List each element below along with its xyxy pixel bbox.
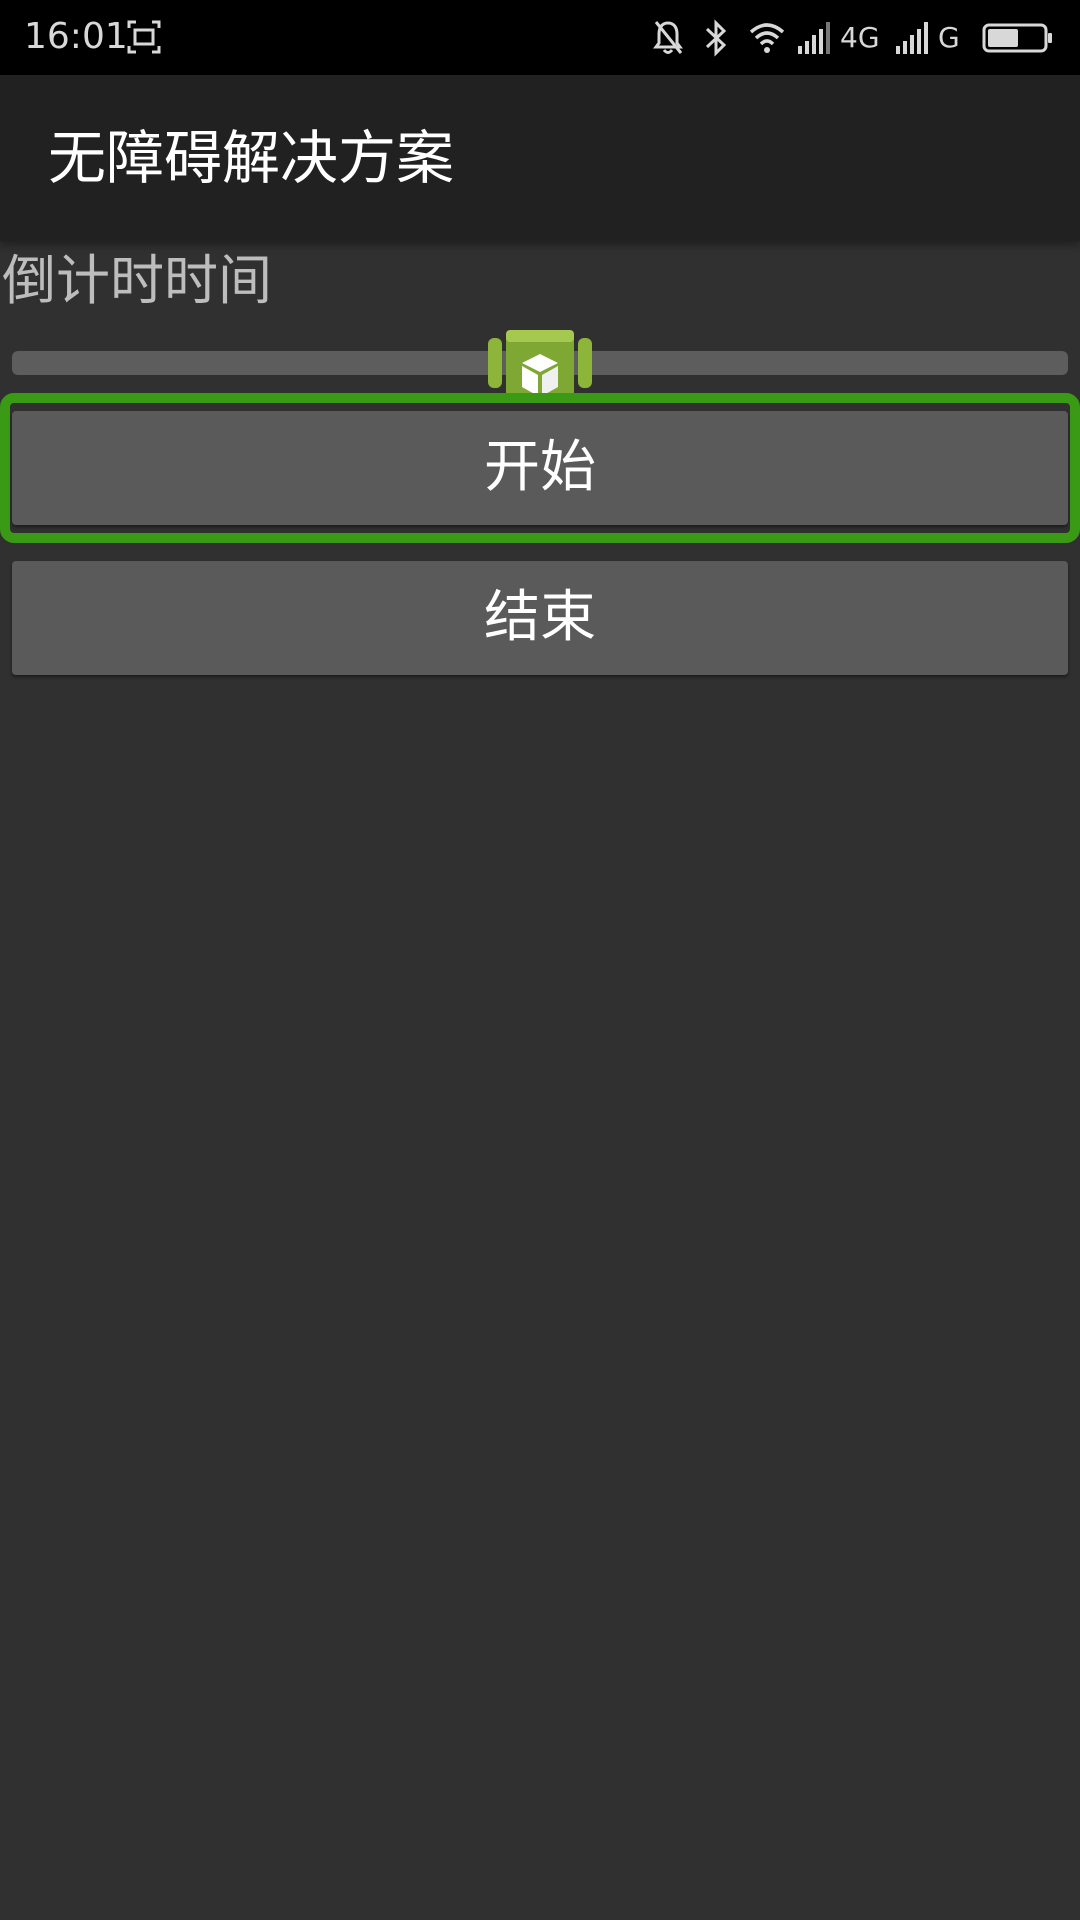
screenshot-icon	[127, 20, 161, 54]
countdown-label: 倒计时时间	[2, 249, 272, 312]
start-button[interactable]: 开始	[12, 411, 1068, 525]
network-type-1: 4G	[840, 21, 880, 54]
signal-icon	[896, 22, 928, 54]
network-type-2: G	[938, 21, 960, 54]
status-bar: 16:01 4G G	[0, 0, 1080, 75]
app-title: 无障碍解决方案	[48, 124, 455, 192]
status-time: 16:01	[24, 16, 128, 57]
app-bar: 无障碍解决方案	[0, 75, 1080, 241]
bluetooth-icon	[705, 19, 727, 57]
battery-icon	[982, 23, 1052, 53]
end-button[interactable]: 结束	[12, 561, 1068, 675]
signal-icon	[798, 22, 830, 54]
bell-off-icon	[653, 21, 683, 54]
countdown-slider[interactable]	[12, 328, 1068, 398]
android-box-thumb-icon[interactable]	[488, 330, 592, 398]
wifi-icon	[749, 23, 785, 53]
